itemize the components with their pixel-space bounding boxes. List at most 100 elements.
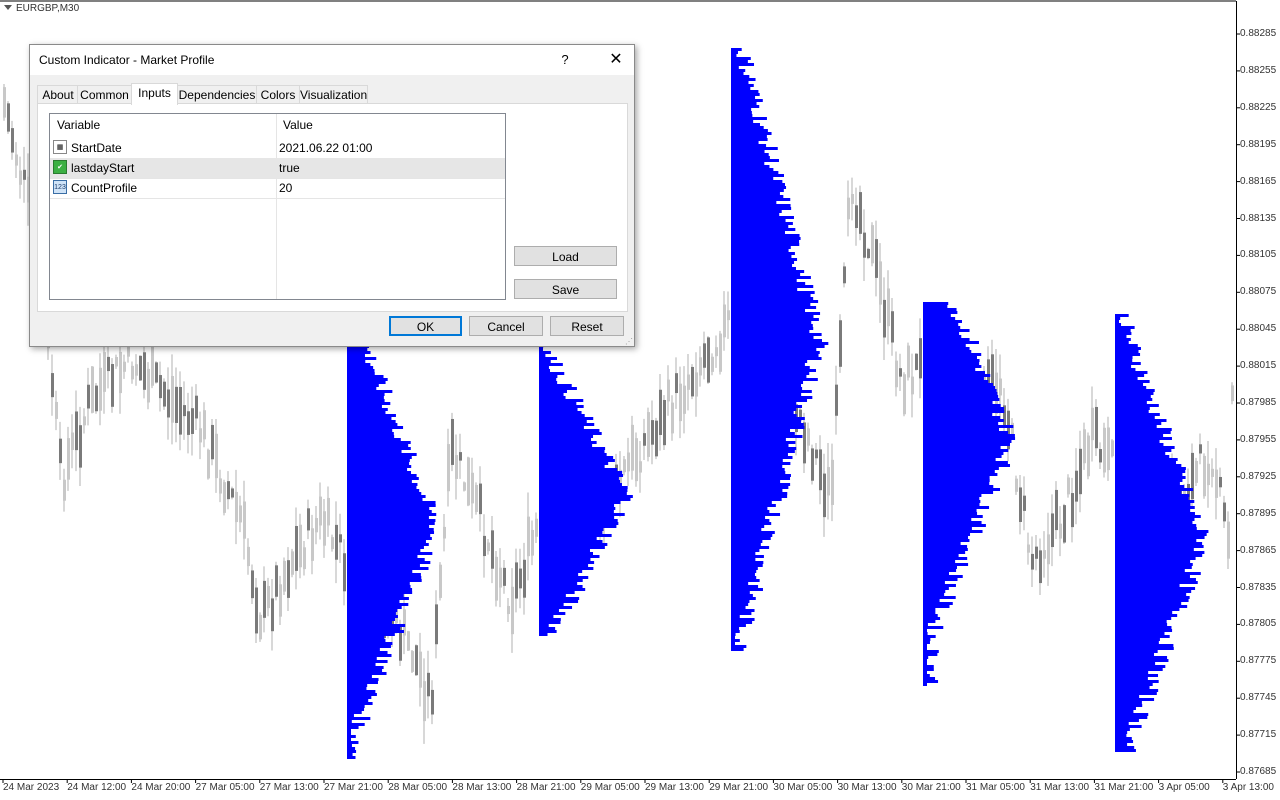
market-profile-bar	[923, 419, 1004, 422]
variable-value[interactable]: 2021.06.22 01:00	[279, 138, 372, 158]
market-profile-bar	[923, 572, 950, 575]
candle-body	[167, 389, 170, 418]
candle-body	[231, 488, 234, 498]
market-profile-bar	[731, 327, 814, 330]
column-header-value[interactable]: Value	[283, 114, 313, 136]
symbol-text: EURGBP,M30	[16, 3, 80, 14]
market-profile-bar	[731, 351, 820, 354]
market-profile-bar	[731, 255, 792, 258]
market-profile-bar	[347, 555, 418, 558]
market-profile-bar	[539, 624, 549, 627]
candle-body	[147, 368, 150, 403]
market-profile-bar	[1115, 410, 1149, 413]
tab-common[interactable]: Common	[77, 85, 132, 104]
table-row[interactable]: ▦ StartDate 2021.06.22 01:00	[50, 138, 505, 159]
ok-button[interactable]: OK	[389, 316, 462, 336]
market-profile-bar	[731, 468, 785, 471]
market-profile-bar	[539, 603, 564, 606]
save-button[interactable]: Save	[514, 279, 617, 299]
market-profile-bar	[731, 96, 756, 99]
market-profile-bar	[1115, 347, 1141, 350]
market-profile-bar	[539, 576, 589, 579]
candle-body	[495, 556, 498, 601]
candle-body	[1191, 452, 1194, 500]
variable-name: StartDate	[71, 141, 122, 155]
variable-value[interactable]: 20	[279, 178, 292, 198]
market-profile-bar	[347, 387, 377, 390]
candle-body	[527, 516, 530, 557]
market-profile-bar	[347, 708, 365, 711]
market-profile-bar	[347, 480, 412, 483]
tab-visualization[interactable]: Visualization	[299, 85, 368, 104]
custom-indicator-dialog: Custom Indicator - Market Profile ? ✕ Ab…	[29, 44, 635, 347]
market-profile-bar	[347, 621, 392, 624]
price-tick-label: 0.88255	[1240, 64, 1277, 76]
market-profile-bar	[347, 462, 410, 465]
tab-colors[interactable]: Colors	[256, 85, 300, 104]
market-profile-bar	[347, 669, 383, 672]
candle-body	[215, 433, 218, 479]
cancel-button[interactable]: Cancel	[469, 316, 543, 336]
market-profile-bar	[347, 441, 411, 444]
market-profile-bar	[539, 372, 565, 375]
resize-grip-icon[interactable]: ⋰	[625, 337, 633, 346]
market-profile-bar	[539, 387, 577, 390]
market-profile-bar	[347, 600, 400, 603]
candle-body	[335, 524, 338, 560]
market-profile-bar	[731, 210, 782, 213]
market-profile-bar	[923, 434, 1015, 437]
market-profile-bar	[731, 576, 757, 579]
market-profile-bar	[923, 560, 956, 563]
candle-body	[515, 562, 518, 599]
market-profile-bar	[731, 528, 762, 531]
market-profile-bar	[1115, 431, 1171, 434]
market-profile-bar	[347, 534, 431, 537]
help-button[interactable]: ?	[553, 49, 577, 71]
candle-body	[447, 444, 450, 492]
market-profile-bar	[1115, 695, 1140, 698]
candle-body	[63, 479, 66, 501]
market-profile-bar	[347, 552, 433, 555]
column-header-variable[interactable]: Variable	[57, 114, 100, 136]
market-profile-bar	[923, 320, 962, 323]
market-profile-bar	[347, 606, 402, 609]
inputs-table[interactable]: Variable Value ▦ StartDate 2021.06.22 01…	[49, 113, 506, 300]
tab-dependencies[interactable]: Dependencies	[176, 85, 258, 104]
market-profile-bar	[347, 735, 356, 738]
candle-body	[855, 205, 858, 229]
candle-body	[807, 428, 810, 446]
tab-inputs[interactable]: Inputs	[131, 83, 178, 105]
load-button[interactable]: Load	[514, 246, 617, 266]
market-profile-bar	[347, 594, 404, 597]
dialog-titlebar[interactable]: Custom Indicator - Market Profile ? ✕	[30, 45, 634, 75]
candle-body	[1047, 534, 1050, 565]
market-profile-bar	[1115, 563, 1193, 566]
variable-value[interactable]: true	[279, 158, 300, 178]
market-profile-bar	[1115, 398, 1153, 401]
market-profile-bar	[731, 213, 780, 216]
price-tick-label: 0.88195	[1240, 138, 1277, 150]
close-icon[interactable]: ✕	[594, 46, 638, 74]
market-profile-bar	[1115, 485, 1185, 488]
market-profile-bar	[731, 498, 782, 501]
market-profile-bar	[1115, 686, 1150, 689]
market-profile-bar	[347, 546, 424, 549]
market-profile-bar	[923, 491, 994, 494]
table-row[interactable]: ✔ lastdayStart true	[50, 158, 505, 179]
reset-button[interactable]: Reset	[550, 316, 624, 336]
market-profile-bar	[731, 597, 756, 600]
candle-body	[879, 261, 882, 305]
market-profile-bar	[731, 51, 738, 54]
market-profile-bar	[539, 468, 618, 471]
market-profile-bar	[347, 456, 412, 459]
candle-body	[659, 389, 662, 435]
tab-about[interactable]: About	[37, 85, 79, 104]
market-profile-bar	[347, 360, 366, 363]
table-row[interactable]: 123 CountProfile 20	[50, 178, 505, 199]
market-profile-bar	[923, 533, 971, 536]
market-profile-bar	[923, 506, 990, 509]
market-profile-bar	[731, 432, 795, 435]
market-profile-bar	[731, 378, 818, 381]
market-profile-bar	[347, 597, 409, 600]
time-tick-label: 27 Mar 05:00	[195, 782, 255, 793]
